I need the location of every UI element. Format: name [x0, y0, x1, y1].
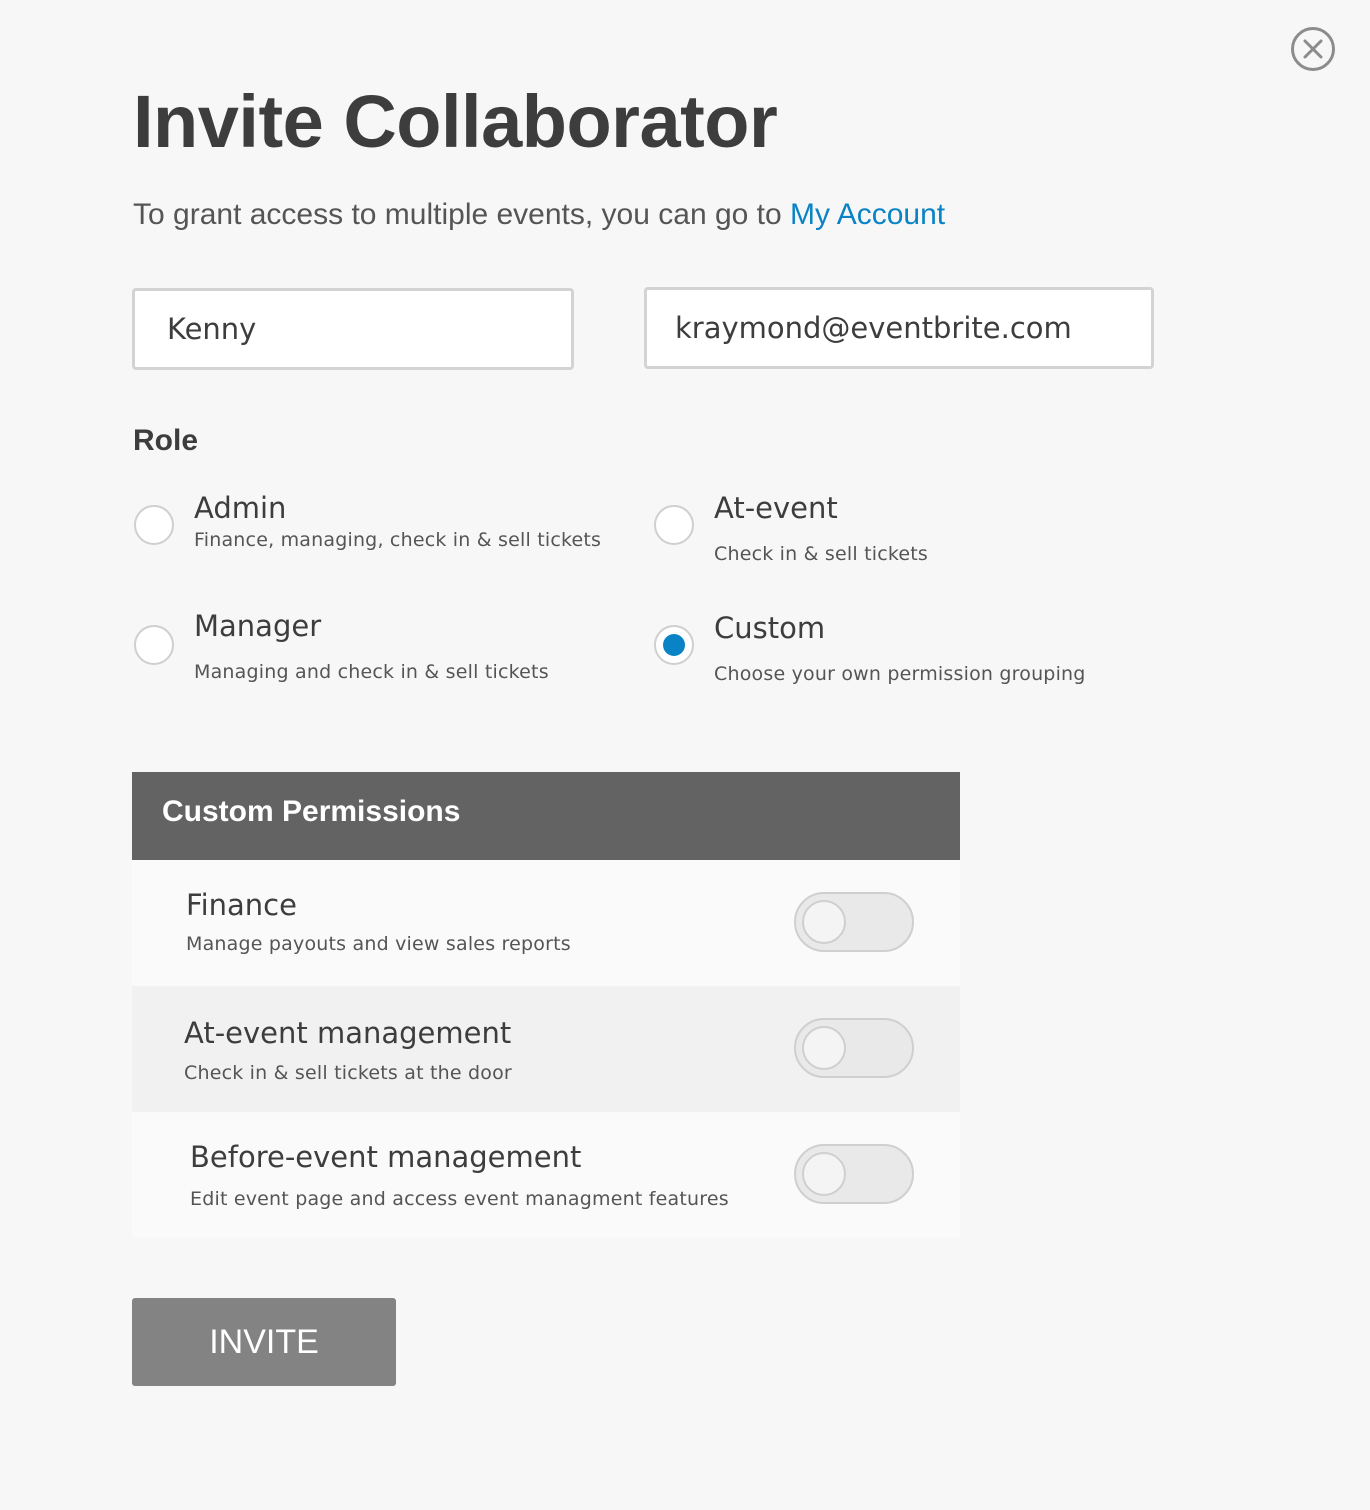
role-option-description: Managing and check in & sell tickets	[194, 661, 549, 683]
permission-title: Finance	[186, 888, 297, 922]
toggle-knob	[802, 1026, 846, 1070]
permission-row-finance: Finance Manage payouts and view sales re…	[132, 860, 960, 986]
radio-manager[interactable]	[134, 625, 174, 665]
radio-custom[interactable]	[654, 625, 694, 665]
close-button[interactable]	[1291, 27, 1335, 71]
role-option-title: Manager	[194, 609, 322, 643]
subtitle-text: To grant access to multiple events, you …	[133, 198, 791, 231]
subtitle: To grant access to multiple events, you …	[133, 196, 945, 234]
role-option-description: Finance, managing, check in & sell ticke…	[194, 529, 602, 551]
custom-permissions-panel: Custom Permissions Finance Manage payout…	[132, 772, 960, 1238]
role-option-description: Choose your own permission grouping	[714, 663, 1086, 685]
finance-toggle[interactable]	[794, 892, 914, 952]
toggle-knob	[802, 1152, 846, 1196]
role-option-title: Custom	[714, 611, 826, 645]
permission-title: At-event management	[184, 1016, 512, 1050]
email-input[interactable]	[644, 287, 1154, 369]
page-title: Invite Collaborator	[133, 80, 778, 163]
role-label: Role	[133, 424, 199, 457]
name-input[interactable]	[132, 288, 574, 370]
permission-row-before-event: Before-event management Edit event page …	[132, 1112, 960, 1238]
role-option-title: Admin	[194, 491, 287, 525]
role-option-title: At-event	[714, 491, 838, 525]
toggle-knob	[802, 900, 846, 944]
at-event-toggle[interactable]	[794, 1018, 914, 1078]
my-account-link[interactable]: My Account	[790, 198, 945, 231]
permission-description: Edit event page and access event managme…	[190, 1188, 729, 1210]
role-option-description: Check in & sell tickets	[714, 543, 929, 565]
invite-button[interactable]: INVITE	[132, 1298, 396, 1386]
radio-at-event[interactable]	[654, 505, 694, 545]
invite-collaborator-dialog: Invite Collaborator To grant access to m…	[0, 0, 1370, 1510]
close-icon	[1303, 39, 1323, 59]
permission-description: Manage payouts and view sales reports	[186, 933, 571, 955]
custom-permissions-header: Custom Permissions	[132, 772, 960, 860]
before-event-toggle[interactable]	[794, 1144, 914, 1204]
radio-admin[interactable]	[134, 505, 174, 545]
permission-description: Check in & sell tickets at the door	[184, 1062, 512, 1084]
permission-row-at-event: At-event management Check in & sell tick…	[132, 986, 960, 1112]
permission-title: Before-event management	[190, 1140, 582, 1174]
